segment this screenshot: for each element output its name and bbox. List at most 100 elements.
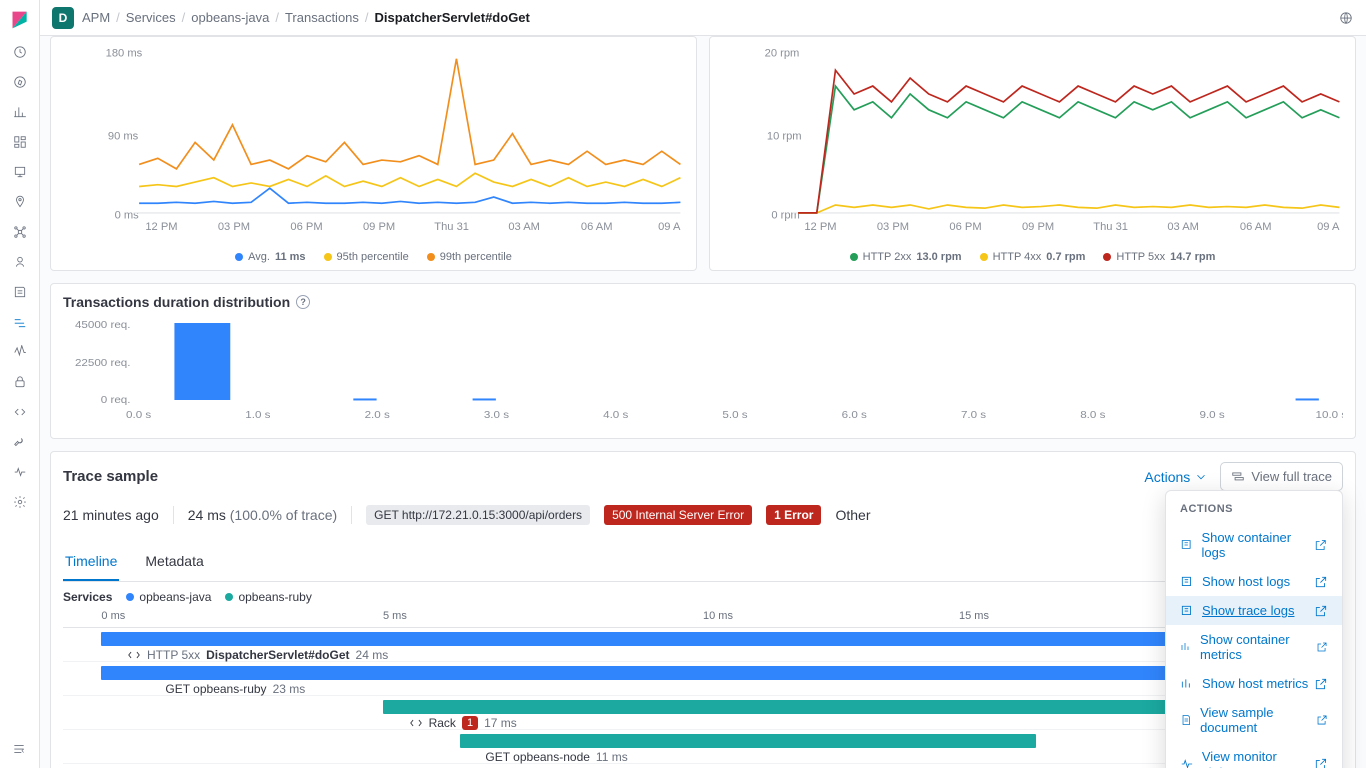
canvas-icon[interactable]: [12, 164, 28, 180]
ml-icon[interactable]: [12, 224, 28, 240]
duration-chart: 180 ms 90 ms 0 ms 12 PM03 PM06 PM09 PMTh…: [61, 43, 686, 247]
breadcrumb-service[interactable]: opbeans-java: [191, 10, 269, 25]
trace-other: Other: [835, 507, 870, 523]
recent-icon[interactable]: [12, 44, 28, 60]
help-icon[interactable]: ?: [296, 295, 310, 309]
metrics-icon[interactable]: [12, 254, 28, 270]
svg-text:09 PM: 09 PM: [363, 221, 395, 233]
timeline: 0 ms 5 ms 10 ms 15 ms 24 ms HTTP 5xxDisp…: [63, 610, 1343, 764]
topbar: D APM/ Services/ opbeans-java/ Transacti…: [40, 0, 1366, 36]
svg-text:06 AM: 06 AM: [1240, 221, 1272, 233]
span-row[interactable]: GET opbeans-node11 ms: [63, 730, 1343, 764]
svg-text:03 AM: 03 AM: [1167, 221, 1199, 233]
svg-text:03 PM: 03 PM: [877, 221, 909, 233]
svg-text:0 rpm: 0 rpm: [771, 210, 800, 222]
services-label: Services: [63, 590, 112, 604]
rpm-legend: HTTP 2xx 13.0 rpm HTTP 4xx 0.7 rpm HTTP …: [720, 247, 1345, 267]
siem-icon[interactable]: [12, 374, 28, 390]
maps-icon[interactable]: [12, 194, 28, 210]
visualize-icon[interactable]: [12, 104, 28, 120]
distribution-title: Transactions duration distribution: [63, 294, 290, 310]
chevron-down-icon: [1194, 470, 1208, 484]
svg-text:06 PM: 06 PM: [290, 221, 322, 233]
legend-99th: 99th percentile: [440, 251, 512, 263]
actions-dropdown[interactable]: Actions: [1144, 469, 1208, 485]
span-row[interactable]: GET opbeans-ruby23 ms: [63, 662, 1343, 696]
svg-text:09 A: 09 A: [658, 221, 681, 233]
duration-chart-panel: 180 ms 90 ms 0 ms 12 PM03 PM06 PM09 PMTh…: [50, 36, 697, 271]
popover-item[interactable]: View sample document: [1166, 698, 1342, 742]
external-link-icon: [1316, 713, 1328, 727]
legend-avg: Avg.: [248, 251, 270, 263]
space-badge[interactable]: D: [52, 7, 74, 29]
svg-text:09 A: 09 A: [1317, 221, 1340, 233]
management-icon[interactable]: [12, 494, 28, 510]
svg-text:180 ms: 180 ms: [106, 48, 143, 60]
devtools-icon[interactable]: [12, 404, 28, 420]
svg-text:06 PM: 06 PM: [949, 221, 981, 233]
svg-text:3.0 s: 3.0 s: [484, 410, 510, 421]
legend-5xx: HTTP 5xx: [1116, 251, 1165, 263]
external-link-icon: [1314, 538, 1328, 552]
popover-item[interactable]: Show trace logs: [1166, 596, 1342, 625]
svg-text:0.0 s: 0.0 s: [126, 410, 152, 421]
stack-icon[interactable]: [12, 434, 28, 450]
svg-text:45000 req.: 45000 req.: [75, 320, 131, 331]
svg-text:Thu 31: Thu 31: [434, 221, 469, 233]
svg-text:10.0 s: 10.0 s: [1316, 410, 1343, 421]
svg-text:12 PM: 12 PM: [804, 221, 836, 233]
breadcrumb-apm[interactable]: APM: [82, 10, 110, 25]
left-sidebar: [0, 0, 40, 768]
span-row[interactable]: Rack117 ms: [63, 696, 1343, 730]
distribution-chart: 45000 req. 22500 req. 0 req. 0.0 s1.0 s2…: [63, 318, 1343, 428]
collapse-nav-icon[interactable]: [12, 742, 28, 758]
svg-text:2.0 s: 2.0 s: [365, 410, 391, 421]
external-link-icon: [1314, 604, 1328, 618]
breadcrumb-transactions[interactable]: Transactions: [285, 10, 359, 25]
external-link-icon: [1316, 640, 1328, 654]
trace-sample-panel: Trace sample Actions View full trace AC: [50, 451, 1356, 768]
uptime-icon[interactable]: [12, 344, 28, 360]
monitoring-icon[interactable]: [12, 464, 28, 480]
svg-text:03 AM: 03 AM: [508, 221, 540, 233]
breadcrumb-services[interactable]: Services: [126, 10, 176, 25]
service-ruby: opbeans-ruby: [238, 590, 311, 604]
duration-legend: Avg. 11 ms 95th percentile 99th percenti…: [61, 247, 686, 267]
svg-text:90 ms: 90 ms: [108, 130, 139, 142]
svg-text:5.0 s: 5.0 s: [722, 410, 748, 421]
svg-text:20 rpm: 20 rpm: [765, 48, 800, 60]
kibana-logo-icon[interactable]: [10, 10, 30, 30]
popover-item[interactable]: Show host metrics: [1166, 669, 1342, 698]
tab-metadata[interactable]: Metadata: [143, 543, 205, 581]
popover-item[interactable]: View monitor status: [1166, 742, 1342, 768]
svg-text:9.0 s: 9.0 s: [1199, 410, 1225, 421]
svg-text:09 PM: 09 PM: [1022, 221, 1054, 233]
trace-sample-title: Trace sample: [63, 468, 158, 485]
status-tag: 500 Internal Server Error: [604, 505, 752, 525]
legend-4xx: HTTP 4xx: [993, 251, 1042, 263]
svg-text:22500 req.: 22500 req.: [75, 358, 131, 369]
popover-heading: ACTIONS: [1166, 499, 1342, 523]
dashboard-icon[interactable]: [12, 134, 28, 150]
legend-95th: 95th percentile: [337, 251, 409, 263]
trace-icon: [1231, 470, 1245, 484]
tab-timeline[interactable]: Timeline: [63, 543, 119, 581]
breadcrumb-current: DispatcherServlet#doGet: [375, 10, 530, 25]
popover-item[interactable]: Show container metrics: [1166, 625, 1342, 669]
logs-icon[interactable]: [12, 284, 28, 300]
url-tag: GET http://172.21.0.15:3000/api/orders: [366, 505, 590, 525]
discover-icon[interactable]: [12, 74, 28, 90]
service-java: opbeans-java: [139, 590, 211, 604]
time-axis: 0 ms 5 ms 10 ms 15 ms 24 ms: [63, 610, 1343, 628]
span-row[interactable]: HTTP 5xxDispatcherServlet#doGet24 ms: [63, 628, 1343, 662]
error-tag[interactable]: 1 Error: [766, 505, 821, 525]
trace-age: 21 minutes ago: [63, 507, 159, 523]
svg-text:8.0 s: 8.0 s: [1080, 410, 1106, 421]
view-full-trace-button[interactable]: View full trace: [1220, 462, 1343, 491]
popover-item[interactable]: Show host logs: [1166, 567, 1342, 596]
globe-icon[interactable]: [1338, 10, 1354, 26]
apm-icon[interactable]: [12, 314, 28, 330]
actions-popover: ACTIONS Show container logsShow host log…: [1165, 490, 1343, 768]
popover-item[interactable]: Show container logs: [1166, 523, 1342, 567]
content-area: 180 ms 90 ms 0 ms 12 PM03 PM06 PM09 PMTh…: [40, 36, 1366, 768]
